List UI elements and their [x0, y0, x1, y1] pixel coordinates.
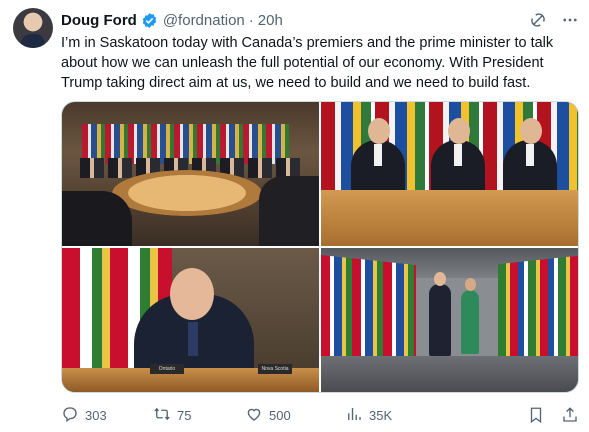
like-icon — [245, 405, 263, 426]
more-icon[interactable] — [561, 11, 579, 29]
separator-dot: · — [248, 11, 254, 29]
name-plate-ontario: Ontario — [150, 364, 184, 374]
header-actions — [529, 11, 579, 29]
foreground-photographer — [62, 191, 132, 246]
secondary-actions — [527, 406, 579, 424]
hallway-floor — [321, 356, 578, 392]
share-icon[interactable] — [561, 406, 579, 424]
premier-figure — [351, 118, 405, 194]
author-handle[interactable]: @fordnation — [163, 12, 245, 29]
speaker-head — [170, 268, 214, 320]
views-count: 35K — [369, 407, 393, 423]
photo-premiers-seated[interactable] — [321, 102, 578, 246]
premier-figure — [503, 118, 557, 194]
verified-badge-icon[interactable] — [141, 12, 158, 29]
repost-icon — [153, 405, 171, 426]
name-plate-nova-scotia: Nova Scotia — [258, 364, 292, 374]
photo-flag-hallway[interactable] — [321, 248, 578, 392]
reply-icon — [61, 405, 79, 426]
bookmark-icon[interactable] — [527, 406, 545, 424]
walking-man — [429, 272, 451, 356]
repost-count: 75 — [177, 407, 192, 423]
like-count: 500 — [269, 407, 291, 423]
media-grid: Ontario Nova Scotia — [61, 101, 579, 393]
tweet-header: Doug Ford @fordnation · 20h — [61, 10, 579, 30]
grok-icon[interactable] — [529, 11, 547, 29]
reply-count: 303 — [85, 407, 107, 423]
tweet-text: I’m in Saskatoon today with Canada’s pre… — [61, 35, 554, 91]
like-button[interactable]: 500 — [245, 405, 345, 426]
tweet-actions: 303 75 500 35K — [61, 404, 579, 426]
views-icon — [345, 405, 363, 426]
conference-desk — [321, 190, 578, 246]
reply-button[interactable]: 303 — [61, 405, 153, 426]
foreground-camera-operator — [259, 176, 319, 246]
speaker-tie — [188, 322, 198, 356]
author-avatar[interactable] — [13, 8, 53, 48]
photo-doug-ford-speaking[interactable]: Ontario Nova Scotia — [62, 248, 319, 392]
timestamp[interactable]: 20h — [258, 12, 283, 29]
author-name[interactable]: Doug Ford — [61, 12, 137, 29]
photo-round-table-meeting[interactable] — [62, 102, 319, 246]
walking-woman — [461, 278, 479, 354]
premier-figure — [431, 118, 485, 194]
views-button[interactable]: 35K — [345, 405, 445, 426]
round-table — [112, 170, 262, 216]
repost-button[interactable]: 75 — [153, 405, 245, 426]
